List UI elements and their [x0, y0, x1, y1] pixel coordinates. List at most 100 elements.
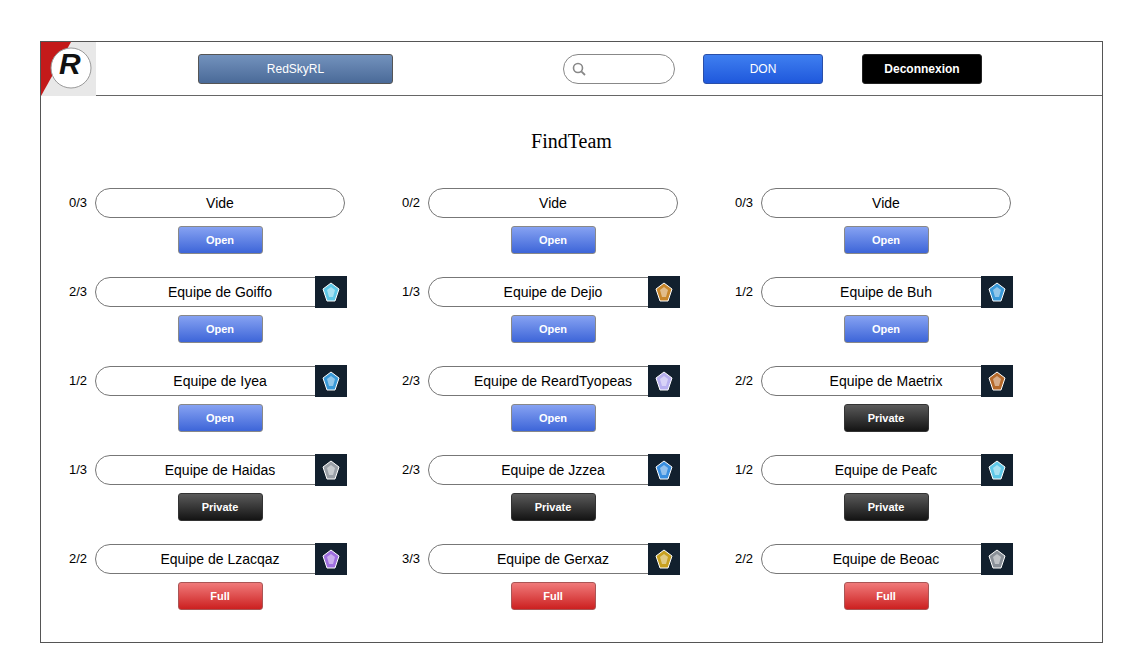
team-line: 2/2Equipe de Maetrix: [735, 366, 1011, 396]
open-button[interactable]: Open: [178, 226, 263, 254]
team-line: 2/2Equipe de Lzacqaz: [69, 544, 345, 574]
team-name-wrap: Equipe de ReardTyopeas: [428, 366, 678, 396]
status-row: Open: [761, 226, 1011, 254]
team-name-wrap: Equipe de Jzzea: [428, 455, 678, 485]
full-button[interactable]: Full: [178, 582, 263, 610]
team-name-wrap: Equipe de Gerxaz: [428, 544, 678, 574]
status-row: Open: [761, 315, 1011, 343]
team-name[interactable]: Vide: [761, 188, 1011, 218]
team-name[interactable]: Equipe de Goiffo: [95, 277, 345, 307]
team-card: 2/3Equipe de Jzzea Private: [402, 455, 678, 521]
open-button[interactable]: Open: [844, 226, 929, 254]
team-count: 1/2: [69, 371, 95, 391]
logo-letter: R: [59, 49, 81, 79]
team-count: 2/3: [402, 460, 428, 480]
team-line: 0/3Vide: [735, 188, 1011, 218]
open-button[interactable]: Open: [511, 315, 596, 343]
team-card: 2/2Equipe de Beoac Full: [735, 544, 1011, 610]
team-name-wrap: Equipe de Iyea: [95, 366, 345, 396]
team-line: 3/3Equipe de Gerxaz: [402, 544, 678, 574]
team-card: 1/2Equipe de Buh Open: [735, 277, 1011, 343]
status-row: Open: [95, 315, 345, 343]
team-card: 0/3Vide Open: [735, 188, 1011, 254]
team-line: 1/2Equipe de Peafc: [735, 455, 1011, 485]
status-row: Private: [428, 493, 678, 521]
full-button[interactable]: Full: [844, 582, 929, 610]
team-name-wrap: Equipe de Dejio: [428, 277, 678, 307]
open-button[interactable]: Open: [511, 404, 596, 432]
open-button[interactable]: Open: [844, 315, 929, 343]
rank-icon: [981, 543, 1013, 575]
rank-icon: [981, 365, 1013, 397]
logout-button[interactable]: Deconnexion: [862, 54, 982, 84]
team-count: 2/2: [735, 371, 761, 391]
team-count: 2/2: [735, 549, 761, 569]
team-name[interactable]: Vide: [428, 188, 678, 218]
search-field[interactable]: [563, 54, 675, 84]
status-row: Private: [95, 493, 345, 521]
team-card: 2/3Equipe de ReardTyopeasOpen: [402, 366, 678, 432]
status-row: Private: [761, 493, 1011, 521]
team-line: 1/3Equipe de Haidas: [69, 455, 345, 485]
rank-icon: [315, 276, 347, 308]
team-name[interactable]: Equipe de Beoac: [761, 544, 1011, 574]
team-line: 1/2Equipe de Iyea: [69, 366, 345, 396]
private-button[interactable]: Private: [844, 493, 929, 521]
rank-icon: [315, 365, 347, 397]
team-card: 3/3Equipe de Gerxaz Full: [402, 544, 678, 610]
team-name-wrap: Equipe de Peafc: [761, 455, 1011, 485]
team-card: 0/3Vide Open: [69, 188, 345, 254]
rank-icon: [648, 454, 680, 486]
private-button[interactable]: Private: [178, 493, 263, 521]
team-card: 2/3Equipe de GoiffoOpen: [69, 277, 345, 343]
team-name[interactable]: Equipe de Lzacqaz: [95, 544, 345, 574]
private-button[interactable]: Private: [511, 493, 596, 521]
team-card: 1/3Equipe de Haidas Private: [69, 455, 345, 521]
page-title: FindTeam: [41, 96, 1102, 153]
status-row: Private: [761, 404, 1011, 432]
private-button[interactable]: Private: [844, 404, 929, 432]
team-line: 1/2Equipe de Buh: [735, 277, 1011, 307]
team-card: 1/2Equipe de Iyea Open: [69, 366, 345, 432]
team-count: 1/3: [402, 282, 428, 302]
team-count: 0/3: [735, 193, 761, 213]
team-name[interactable]: Equipe de Haidas: [95, 455, 345, 485]
team-line: 0/3Vide: [69, 188, 345, 218]
team-name[interactable]: Equipe de Maetrix: [761, 366, 1011, 396]
team-name-wrap: Vide: [761, 188, 1011, 218]
team-name-wrap: Equipe de Maetrix: [761, 366, 1011, 396]
rank-icon: [981, 454, 1013, 486]
brand-button[interactable]: RedSkyRL: [198, 54, 393, 84]
rank-icon: [315, 543, 347, 575]
team-line: 1/3Equipe de Dejio: [402, 277, 678, 307]
status-row: Full: [428, 582, 678, 610]
team-name[interactable]: Equipe de ReardTyopeas: [428, 366, 678, 396]
team-name[interactable]: Equipe de Buh: [761, 277, 1011, 307]
open-button[interactable]: Open: [511, 226, 596, 254]
search-input[interactable]: [590, 59, 666, 79]
top-bar: R RedSkyRL DON Deconnexion: [41, 42, 1102, 96]
status-row: Open: [95, 226, 345, 254]
rank-icon: [648, 543, 680, 575]
donate-button[interactable]: DON: [703, 54, 823, 84]
status-row: Open: [428, 404, 678, 432]
team-name[interactable]: Equipe de Jzzea: [428, 455, 678, 485]
team-name[interactable]: Equipe de Gerxaz: [428, 544, 678, 574]
full-button[interactable]: Full: [511, 582, 596, 610]
search-icon: [572, 62, 586, 76]
rank-icon: [648, 276, 680, 308]
open-button[interactable]: Open: [178, 404, 263, 432]
team-name-wrap: Equipe de Lzacqaz: [95, 544, 345, 574]
team-card: 2/2Equipe de Lzacqaz Full: [69, 544, 345, 610]
team-grid: 0/3VideOpen0/2VideOpen0/3VideOpen2/3Equi…: [41, 153, 1102, 628]
logo[interactable]: R: [41, 42, 96, 96]
open-button[interactable]: Open: [178, 315, 263, 343]
status-row: Full: [761, 582, 1011, 610]
team-line: 2/3Equipe de Jzzea: [402, 455, 678, 485]
team-card: 0/2VideOpen: [402, 188, 678, 254]
team-name[interactable]: Vide: [95, 188, 345, 218]
team-name[interactable]: Equipe de Dejio: [428, 277, 678, 307]
team-name[interactable]: Equipe de Iyea: [95, 366, 345, 396]
team-name[interactable]: Equipe de Peafc: [761, 455, 1011, 485]
team-line: 2/2Equipe de Beoac: [735, 544, 1011, 574]
